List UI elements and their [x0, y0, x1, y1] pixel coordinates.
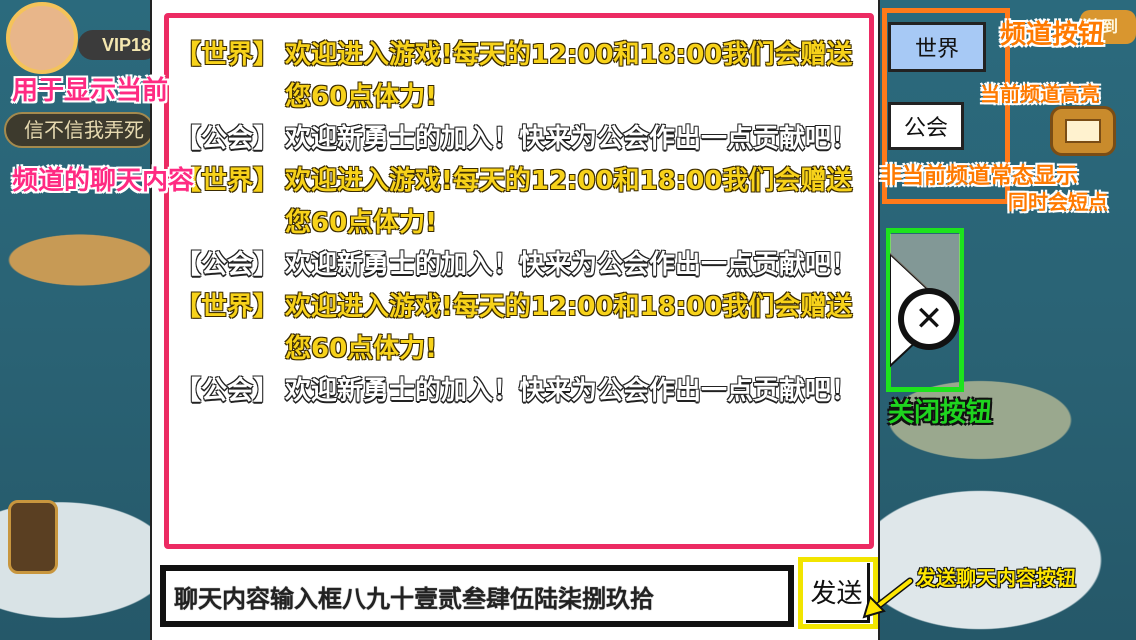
channel-guild-button[interactable]: 公会 — [888, 102, 964, 150]
message-item: 【世界】 欢迎进入游戏!每天的12:00和18:00我们会赠送您60点体力! — [175, 34, 863, 118]
message-item: 【世界】 欢迎进入游戏!每天的12:00和18:00我们会赠送您60点体力! — [175, 160, 863, 244]
annotation-close-button: 关闭按钮 — [888, 398, 993, 428]
chat-input[interactable] — [174, 571, 788, 621]
message-text: 欢迎新勇士的加入！快来为公会作出一点贡献吧！ — [285, 124, 858, 154]
mail-icon — [1050, 106, 1116, 156]
message-list[interactable]: 【世界】 欢迎进入游戏!每天的12:00和18:00我们会赠送您60点体力! 【… — [164, 13, 874, 549]
chat-input-box — [160, 565, 794, 627]
message-item: 【公会】 欢迎新勇士的加入！快来为公会作出一点贡献吧！ — [175, 118, 863, 160]
send-button-label: 发送 — [810, 579, 863, 609]
vip-badge: VIP18 — [78, 30, 158, 60]
annotation-channel-buttons: 频道按钮 — [1000, 20, 1105, 50]
message-item: 【公会】 欢迎新勇士的加入！快来为公会作出一点贡献吧！ — [175, 370, 863, 412]
player-avatar — [6, 2, 78, 74]
message-text: 欢迎进入游戏!每天的12:00和18:00我们会赠送您60点体力! — [285, 40, 853, 112]
annotation-send-button: 发送聊天内容按钮 — [916, 566, 1076, 590]
annotation-active-highlight: 当前频道高亮 — [980, 82, 1100, 106]
channel-tag: 【公会】 — [175, 124, 280, 154]
channel-world-button[interactable]: 世界 — [888, 22, 986, 72]
close-button-ring: ✕ — [904, 294, 954, 344]
message-item: 【公会】 欢迎新勇士的加入！快来为公会作出一点贡献吧！ — [175, 244, 863, 286]
arrow-icon — [862, 577, 914, 619]
background-text-pill: 信不信我弄死 — [4, 112, 154, 148]
channel-tag: 【世界】 — [175, 292, 280, 322]
annotation-inactive-short: 同时会短点 — [1008, 190, 1108, 214]
channel-guild-label: 公会 — [903, 116, 948, 141]
message-text: 欢迎进入游戏!每天的12:00和18:00我们会赠送您60点体力! — [285, 166, 853, 238]
message-text: 欢迎进入游戏!每天的12:00和18:00我们会赠送您60点体力! — [285, 292, 853, 364]
channel-tag: 【公会】 — [175, 250, 280, 280]
message-item: 【世界】 欢迎进入游戏!每天的12:00和18:00我们会赠送您60点体力! — [175, 286, 863, 370]
channel-world-label: 世界 — [914, 37, 959, 62]
message-text: 欢迎新勇士的加入！快来为公会作出一点贡献吧！ — [285, 376, 858, 406]
channel-tag: 【公会】 — [175, 376, 280, 406]
channel-tag: 【世界】 — [175, 40, 280, 70]
annotation-display-area-line1: 用于显示当前 — [12, 76, 169, 106]
close-button[interactable]: ✕ — [898, 288, 960, 350]
close-icon: ✕ — [914, 299, 944, 339]
annotation-display-area-line2: 频道的聊天内容 — [12, 166, 195, 196]
message-text: 欢迎新勇士的加入！快来为公会作出一点贡献吧！ — [285, 250, 858, 280]
background-side-button — [8, 500, 58, 574]
